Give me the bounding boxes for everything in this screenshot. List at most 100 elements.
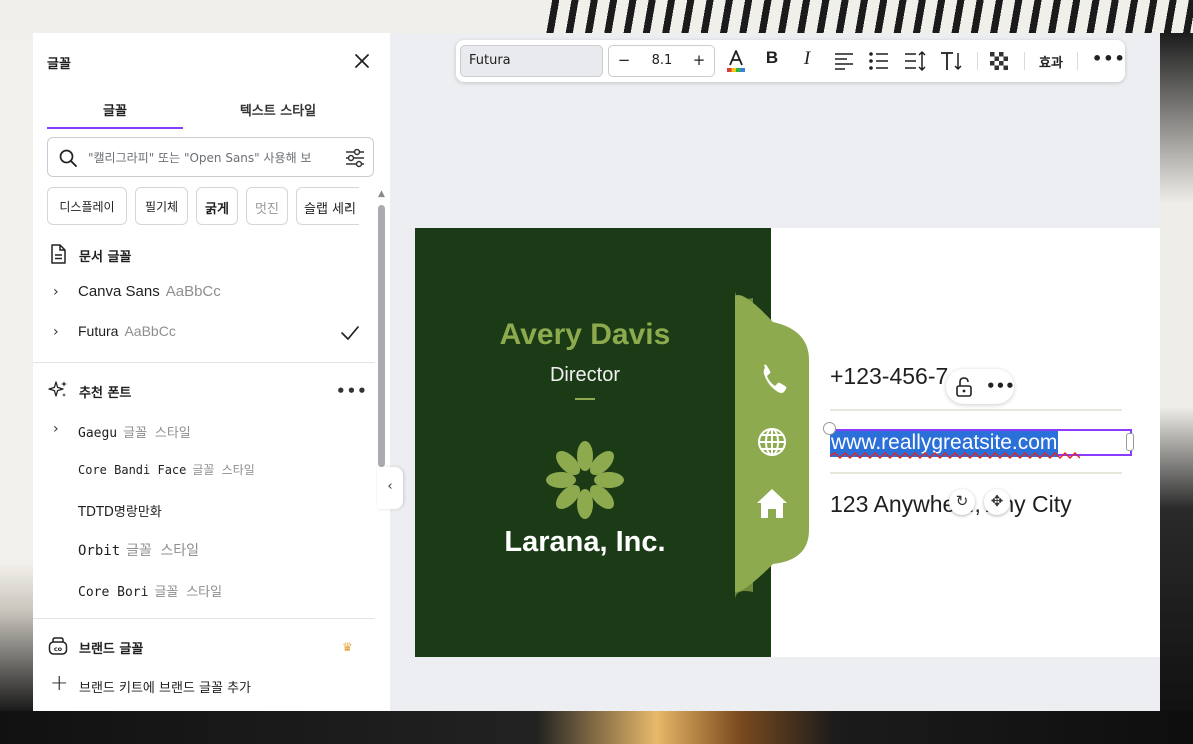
text-toolbar: Futura − 8.1 + B I 효과 •••: [456, 40, 1125, 82]
font-size-stepper: − 8.1 +: [608, 45, 715, 77]
font-name: TDTD명랑만화: [78, 505, 162, 520]
brand-fonts-heading: co 브랜드 글꼴: [47, 635, 247, 659]
font-sample: 글꼴 스타일: [126, 543, 199, 559]
desktop-background-right: [1160, 33, 1193, 713]
panel-scrollbar-thumb[interactable]: [378, 205, 385, 467]
font-panel: 글꼴 글꼴 텍스트 스타일 디스플레이 필기체 굵게: [33, 33, 390, 711]
document-fonts-label: 문서 글꼴: [79, 250, 132, 265]
plus-icon: +: [50, 671, 69, 696]
decrease-font-size-button[interactable]: −: [614, 51, 634, 69]
tab-text-styles[interactable]: 텍스트 스타일: [197, 95, 359, 129]
font-name: Core Bori: [78, 585, 149, 600]
effects-button[interactable]: 효과: [1039, 52, 1063, 71]
desktop-background-left: [0, 33, 33, 713]
line-spacing-icon[interactable]: [902, 48, 928, 74]
brand-kit-icon: co: [48, 637, 68, 655]
font-name: Orbit: [78, 543, 121, 559]
resize-handle-right[interactable]: [1126, 433, 1134, 451]
font-item-futura[interactable]: › Futura AaBbCc: [47, 318, 377, 348]
font-family-dropdown[interactable]: Futura: [460, 45, 603, 77]
chevron-right-icon[interactable]: ›: [53, 324, 59, 340]
flower-logo-icon[interactable]: [545, 440, 625, 520]
card-company-name[interactable]: Larana, Inc.: [415, 526, 755, 559]
chevron-right-icon[interactable]: ›: [53, 421, 59, 437]
panel-title: 글꼴: [47, 57, 71, 72]
font-item-orbit[interactable]: Orbit 글꼴 스타일: [47, 534, 377, 564]
toolbar-more-button[interactable]: •••: [1092, 49, 1126, 68]
sparkle-icon: [48, 381, 67, 397]
brand-fonts-label: 브랜드 글꼴: [79, 642, 144, 657]
search-icon: [59, 149, 77, 167]
card-left-panel: Avery Davis Director Larana, Inc.: [415, 228, 771, 657]
toolbar-separator: [977, 52, 978, 70]
resize-handle-top-left[interactable]: [823, 422, 836, 435]
font-item-gaegu[interactable]: › Gaegu 글꼴 스타일: [47, 415, 377, 445]
desktop-background-bottom: [0, 711, 1193, 744]
font-item-core-bori[interactable]: Core Bori 글꼴 스타일: [47, 574, 377, 604]
desktop-background-stripes: [540, 0, 1193, 33]
chip-bold[interactable]: 굵게: [196, 187, 238, 225]
toolbar-separator: [1024, 52, 1025, 70]
chip-fancy[interactable]: 멋진: [246, 187, 288, 225]
font-sample: 글꼴 스타일: [123, 426, 191, 441]
font-sample: 글꼴 스타일: [192, 463, 255, 477]
font-sample: AaBbCc: [124, 323, 176, 339]
font-sample: 글꼴 스타일: [154, 585, 223, 600]
font-item-core-bandi-face[interactable]: Core Bandi Face 글꼴 스타일: [47, 454, 377, 484]
add-brand-font-label: 브랜드 키트에 브랜드 글꼴 추가: [79, 681, 252, 696]
checkmark-icon: [341, 326, 359, 340]
text-color-icon[interactable]: [723, 48, 749, 74]
align-left-icon[interactable]: [831, 48, 857, 74]
card-phone-text[interactable]: +123-456-7: [830, 363, 948, 390]
document-icon: [51, 244, 66, 264]
close-icon[interactable]: [351, 50, 373, 72]
font-name: Core Bandi Face: [78, 463, 187, 477]
font-search-input[interactable]: [88, 147, 338, 169]
font-sample: AaBbCc: [165, 283, 221, 300]
recommended-more-button[interactable]: •••: [336, 382, 368, 400]
recommended-fonts-heading: 추천 폰트: [47, 379, 247, 403]
card-person-role[interactable]: Director: [415, 364, 755, 387]
element-context-menu: •••: [946, 369, 1015, 404]
collapse-panel-chevron-icon[interactable]: ‹: [377, 467, 403, 509]
add-brand-font-button[interactable]: + 브랜드 키트에 브랜드 글꼴 추가: [47, 671, 367, 697]
document-fonts-heading: 문서 글꼴: [47, 243, 247, 267]
active-tab-indicator: [47, 127, 183, 129]
scroll-up-arrow-icon[interactable]: ▲: [378, 189, 385, 199]
card-person-name[interactable]: Avery Davis: [415, 318, 755, 352]
move-icon[interactable]: ✥: [984, 489, 1010, 515]
transparency-checker-icon[interactable]: [986, 48, 1012, 74]
panel-tabs: 글꼴 텍스트 스타일: [47, 95, 377, 129]
svg-text:co: co: [54, 645, 63, 653]
font-name: Gaegu: [78, 426, 118, 441]
font-category-chips: 디스플레이 필기체 굵게 멋진 슬랩 세리: [47, 187, 359, 227]
font-item-tdtd[interactable]: TDTD명랑만화: [47, 494, 377, 524]
increase-font-size-button[interactable]: +: [689, 51, 709, 69]
chip-handwriting[interactable]: 필기체: [135, 187, 188, 225]
bold-button[interactable]: B: [759, 48, 785, 74]
card-contact-icon-tab[interactable]: [733, 290, 811, 600]
card-accent-rule: [575, 398, 595, 400]
chevron-right-icon[interactable]: ›: [346, 198, 352, 214]
context-more-button[interactable]: •••: [986, 377, 1015, 395]
divider: [33, 618, 375, 619]
contact-divider: [830, 409, 1122, 411]
chip-display[interactable]: 디스플레이: [47, 187, 127, 225]
contact-divider: [830, 472, 1122, 474]
font-search-box: [47, 137, 374, 177]
spellcheck-underline: [830, 452, 1080, 459]
text-size-vertical-icon[interactable]: [938, 48, 964, 74]
chevron-right-icon[interactable]: ›: [53, 284, 59, 300]
divider: [33, 362, 375, 363]
filter-sliders-icon[interactable]: [344, 147, 366, 169]
bullet-list-icon[interactable]: [866, 48, 892, 74]
recommended-fonts-label: 추천 폰트: [79, 386, 132, 401]
rotate-icon[interactable]: ↻: [949, 489, 975, 515]
font-name: Futura: [78, 323, 119, 339]
italic-button[interactable]: I: [794, 48, 820, 74]
font-size-value[interactable]: 8.1: [639, 53, 685, 68]
font-item-canva-sans[interactable]: › Canva Sans AaBbCc: [47, 278, 377, 308]
tab-fonts[interactable]: 글꼴: [47, 95, 183, 129]
font-name: Canva Sans: [78, 283, 160, 300]
unlock-icon[interactable]: [953, 376, 975, 398]
